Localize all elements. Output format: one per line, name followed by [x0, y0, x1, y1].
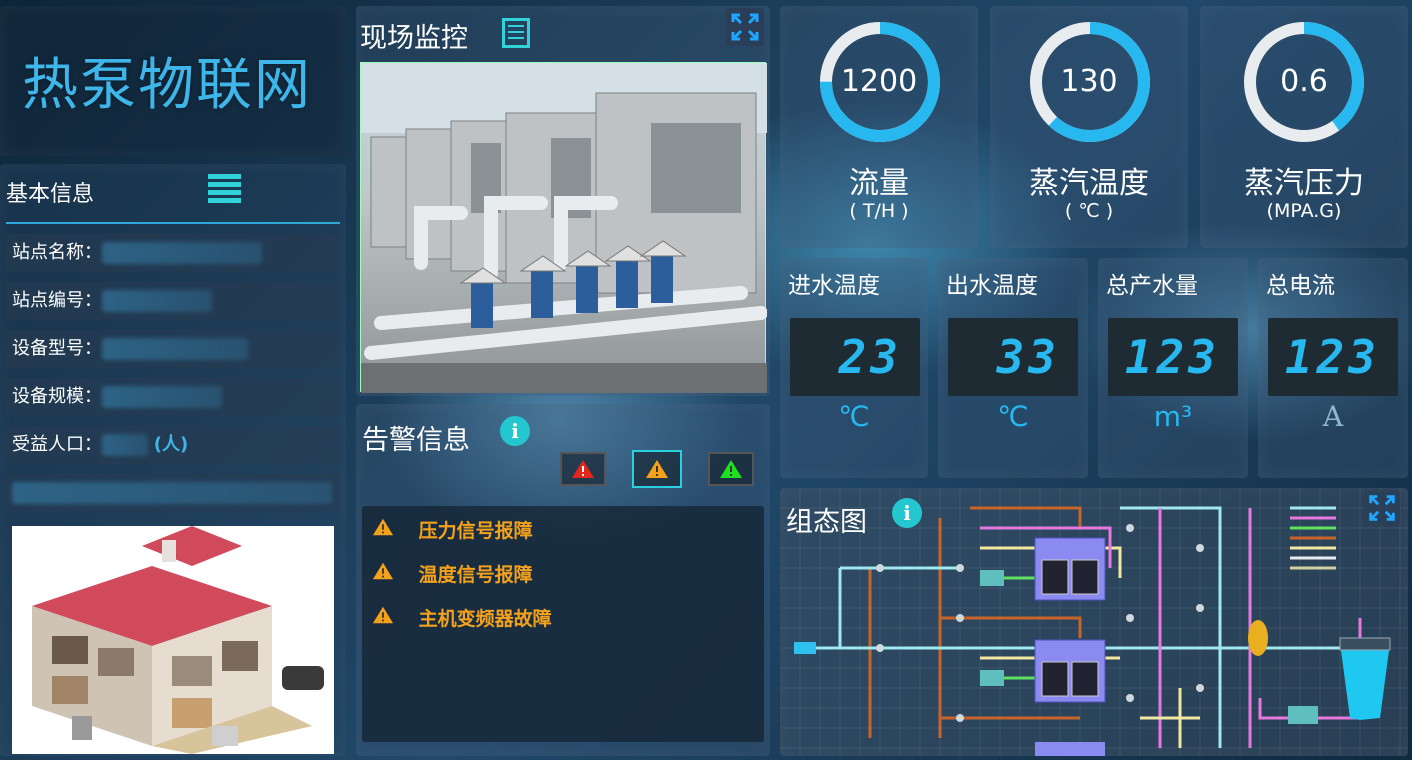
gauge-label: 流量 [849, 166, 909, 201]
gauge-value: 0.6 [1280, 64, 1328, 99]
info-label: 站点编号： [12, 290, 102, 311]
alarm-filter-green-button[interactable] [708, 452, 754, 486]
warning-icon [372, 517, 398, 542]
metric-lcd: 123 [1108, 318, 1238, 396]
monitor-title: 现场监控 [360, 23, 468, 54]
alarm-item[interactable]: 温度信号报障 [372, 560, 533, 587]
info-value [102, 242, 262, 264]
metric-panel-water-output: 总产水量 123 m³ [1098, 258, 1248, 478]
info-row-site-id: 站点编号： [6, 282, 340, 320]
metric-unit: m³ [1153, 400, 1193, 433]
monitor-panel: 现场监控 [356, 6, 770, 396]
alarm-panel: 告警信息 i 压力信号报障 温度信号报障 主机变频器故障 [356, 404, 770, 756]
metric-lcd: 123 [1268, 318, 1398, 396]
basic-info-title: 基本信息 [6, 182, 95, 207]
metric-title: 进水温度 [788, 273, 880, 299]
gauge-panel-flow: 1200 流量 ( T/H ) [780, 6, 978, 248]
alarm-text: 压力信号报障 [418, 520, 533, 542]
info-row-extra [6, 474, 340, 512]
diagram-title: 组态图 [786, 507, 867, 538]
population-unit: (人) [153, 434, 189, 455]
gauge-unit: (MPA.G) [1266, 200, 1342, 222]
metric-panel-inlet-temp: 进水温度 23 ℃ [780, 258, 928, 478]
camera-feed[interactable] [360, 62, 768, 393]
metric-panel-current: 总电流 123 A [1258, 258, 1408, 478]
fullscreen-icon[interactable] [726, 8, 764, 46]
title-underline [6, 222, 340, 224]
info-icon[interactable]: i [892, 498, 922, 528]
alarm-title: 告警信息 [362, 425, 470, 456]
gauge-value: 130 [1060, 64, 1118, 99]
alarm-item[interactable]: 压力信号报障 [372, 516, 533, 543]
gauge-label: 蒸汽温度 [1029, 166, 1149, 201]
info-icon[interactable]: i [500, 416, 530, 446]
info-value [102, 290, 212, 312]
alarm-filter-red-button[interactable] [560, 452, 606, 486]
metric-title: 总产水量 [1106, 273, 1198, 299]
gauge-unit: ( ℃ ) [1064, 200, 1114, 222]
fullscreen-icon[interactable] [1364, 490, 1400, 526]
alarm-text: 主机变频器故障 [418, 608, 552, 630]
info-row-scale: 设备规模： [6, 378, 340, 416]
alarm-list: 压力信号报障 温度信号报障 主机变频器故障 [362, 506, 764, 742]
gauge-panel-steam-temp: 130 蒸汽温度 ( ℃ ) [990, 6, 1188, 248]
warning-icon [372, 561, 398, 586]
header-panel: 热泵物联网 [0, 6, 346, 156]
alarm-filter-orange-button[interactable] [632, 450, 682, 488]
metric-lcd: 33 [948, 318, 1078, 396]
metric-unit: A [1322, 400, 1344, 433]
alarm-text: 温度信号报障 [418, 564, 533, 586]
app-title: 热泵物联网 [22, 53, 312, 118]
info-value [102, 434, 148, 456]
metric-unit: ℃ [838, 400, 870, 433]
gauge-panel-steam-pressure: 0.6 蒸汽压力 (MPA.G) [1200, 6, 1408, 248]
metric-title: 出水温度 [946, 273, 1038, 299]
metric-unit: ℃ [997, 400, 1029, 433]
list-icon [208, 174, 241, 206]
alarm-item[interactable]: 主机变频器故障 [372, 604, 552, 631]
info-label: 设备型号： [12, 338, 102, 359]
info-row-model: 设备型号： [6, 330, 340, 368]
gauge-label: 蒸汽压力 [1244, 166, 1364, 201]
info-row-population: 受益人口： (人) [6, 426, 340, 464]
basic-info-panel: 基本信息 站点名称： 站点编号： 设备型号： 设备规模： 受益人口： (人) [0, 164, 346, 756]
info-row-site-name: 站点名称： [6, 234, 340, 272]
list-alt-icon [502, 18, 530, 48]
info-label: 站点名称： [12, 242, 102, 263]
process-diagram[interactable] [780, 488, 1408, 756]
metric-lcd: 23 [790, 318, 920, 396]
house-image [12, 526, 334, 754]
warning-icon [372, 605, 398, 630]
info-value [102, 338, 248, 360]
gauge-value: 1200 [840, 64, 918, 99]
info-value [12, 482, 332, 504]
metric-title: 总电流 [1266, 273, 1335, 299]
gauge-unit: ( T/H ) [849, 200, 909, 222]
info-value [102, 386, 222, 408]
info-label: 设备规模： [12, 386, 102, 407]
info-label: 受益人口： [12, 434, 102, 455]
metric-panel-outlet-temp: 出水温度 33 ℃ [938, 258, 1088, 478]
diagram-panel: 组态图 i [780, 488, 1408, 756]
